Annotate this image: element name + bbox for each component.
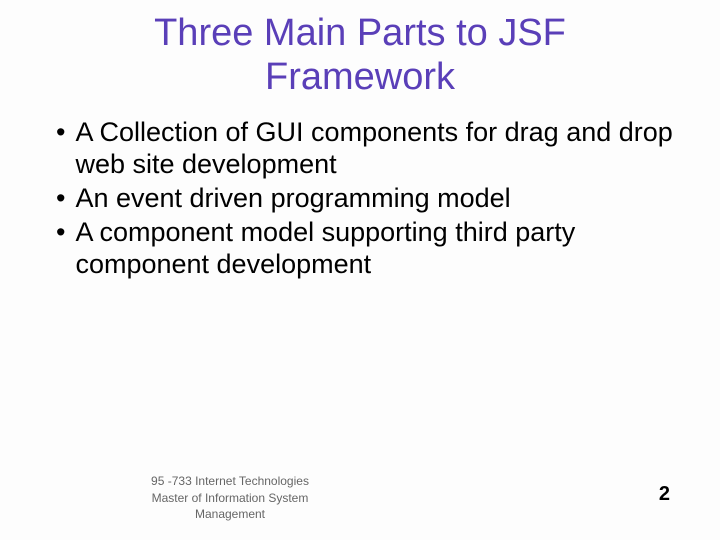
- bullet-icon: •: [56, 117, 65, 149]
- bullet-icon: •: [56, 217, 65, 249]
- bullet-text: A component model supporting third party…: [75, 217, 680, 281]
- bullet-list: • A Collection of GUI components for dra…: [0, 117, 720, 280]
- list-item: • A Collection of GUI components for dra…: [56, 117, 680, 181]
- slide-footer: 95 -733 Internet Technologies Master of …: [0, 473, 720, 522]
- footer-text: 95 -733 Internet Technologies Master of …: [0, 473, 360, 522]
- bullet-icon: •: [56, 183, 65, 215]
- page-number: 2: [659, 483, 670, 506]
- bullet-text: An event driven programming model: [75, 183, 680, 215]
- bullet-text: A Collection of GUI components for drag …: [75, 117, 680, 181]
- slide-title: Three Main Parts to JSF Framework: [0, 0, 720, 117]
- footer-line-1: 95 -733 Internet Technologies: [140, 473, 320, 489]
- footer-line-2: Master of Information System Management: [140, 490, 320, 522]
- list-item: • A component model supporting third par…: [56, 217, 680, 281]
- list-item: • An event driven programming model: [56, 183, 680, 215]
